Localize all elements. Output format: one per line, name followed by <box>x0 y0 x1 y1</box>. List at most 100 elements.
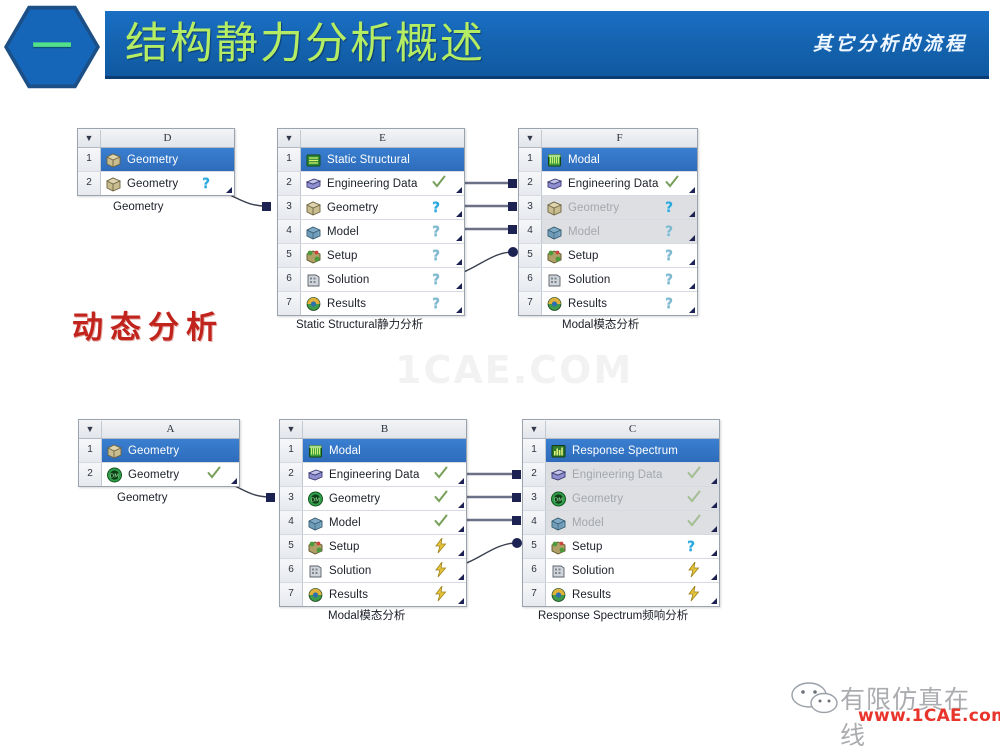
system-row-solution[interactable]: 6 Solution <box>523 559 719 583</box>
system-block-a[interactable]: ▼ A 1 Geometry 2 DM Geometry <box>78 419 240 487</box>
row-body[interactable]: Model? <box>542 220 697 243</box>
row-body[interactable]: Results? <box>301 292 464 315</box>
system-row-geometry[interactable]: 3 DM Geometry <box>280 487 466 511</box>
row-resize-corner[interactable] <box>456 283 462 289</box>
system-block-c[interactable]: ▼ C 1 Response Spectrum 2 Engineering Data 3 DM… <box>522 419 720 607</box>
system-row-static-structural[interactable]: 1 Static Structural <box>278 148 464 172</box>
system-header-d[interactable]: ▼ D <box>78 129 234 148</box>
row-body[interactable]: Solution <box>303 559 466 582</box>
row-body[interactable]: Setup <box>303 535 466 558</box>
system-row-solution[interactable]: 6 Solution <box>280 559 466 583</box>
system-row-setup[interactable]: 5 Setup <box>280 535 466 559</box>
system-row-results[interactable]: 7 Results? <box>519 292 697 315</box>
row-body[interactable]: Engineering Data <box>546 463 719 486</box>
chevron-down-icon[interactable]: ▼ <box>523 420 546 438</box>
row-body[interactable]: Modal <box>542 148 697 171</box>
row-body[interactable]: Geometry <box>102 439 239 462</box>
row-resize-corner[interactable] <box>458 574 464 580</box>
system-row-model[interactable]: 4 Model <box>280 511 466 535</box>
system-row-solution[interactable]: 6 Solution? <box>278 268 464 292</box>
row-body[interactable]: DM Geometry <box>303 487 466 510</box>
row-resize-corner[interactable] <box>689 187 695 193</box>
row-body[interactable]: Geometry? <box>101 172 234 195</box>
row-body[interactable]: Response Spectrum <box>546 439 719 462</box>
system-row-geometry[interactable]: 2 Geometry? <box>78 172 234 195</box>
row-body[interactable]: Geometry? <box>301 196 464 219</box>
row-body[interactable]: Solution? <box>542 268 697 291</box>
system-row-geometry[interactable]: 3 Geometry? <box>519 196 697 220</box>
row-body[interactable]: Setup? <box>542 244 697 267</box>
system-row-modal[interactable]: 1 Modal <box>519 148 697 172</box>
system-header-c[interactable]: ▼ C <box>523 420 719 439</box>
system-row-model[interactable]: 4 Model? <box>519 220 697 244</box>
system-row-engineering-data[interactable]: 2 Engineering Data <box>519 172 697 196</box>
row-body[interactable]: Setup? <box>301 244 464 267</box>
row-resize-corner[interactable] <box>689 307 695 313</box>
row-resize-corner[interactable] <box>456 235 462 241</box>
chevron-down-icon[interactable]: ▼ <box>280 420 303 438</box>
system-row-setup[interactable]: 5 Setup? <box>278 244 464 268</box>
row-body[interactable]: DM Geometry <box>102 463 239 486</box>
row-resize-corner[interactable] <box>458 478 464 484</box>
row-body[interactable]: Results <box>546 583 719 606</box>
row-resize-corner[interactable] <box>226 187 232 193</box>
system-row-geometry[interactable]: 1 Geometry <box>78 148 234 172</box>
system-block-f[interactable]: ▼ F 1 Modal 2 Engineering Data 3 Geometry? 4 Mode… <box>518 128 698 316</box>
system-row-results[interactable]: 7 Results <box>280 583 466 606</box>
system-row-geometry[interactable]: 3 DM Geometry <box>523 487 719 511</box>
row-body[interactable]: Geometry? <box>542 196 697 219</box>
row-resize-corner[interactable] <box>711 598 717 604</box>
row-resize-corner[interactable] <box>458 550 464 556</box>
row-resize-corner[interactable] <box>456 307 462 313</box>
row-body[interactable]: Static Structural <box>301 148 464 171</box>
row-body[interactable]: Model? <box>301 220 464 243</box>
system-row-results[interactable]: 7 Results? <box>278 292 464 315</box>
row-body[interactable]: Results? <box>542 292 697 315</box>
system-row-solution[interactable]: 6 Solution? <box>519 268 697 292</box>
row-body[interactable]: Modal <box>303 439 466 462</box>
row-resize-corner[interactable] <box>689 259 695 265</box>
chevron-down-icon[interactable]: ▼ <box>78 129 101 147</box>
system-row-response-spectrum[interactable]: 1 Response Spectrum <box>523 439 719 463</box>
row-resize-corner[interactable] <box>711 550 717 556</box>
row-resize-corner[interactable] <box>711 502 717 508</box>
system-row-setup[interactable]: 5 Setup? <box>519 244 697 268</box>
system-header-e[interactable]: ▼ E <box>278 129 464 148</box>
row-resize-corner[interactable] <box>689 283 695 289</box>
row-body[interactable]: Solution <box>546 559 719 582</box>
system-header-f[interactable]: ▼ F <box>519 129 697 148</box>
system-row-model[interactable]: 4 Model <box>523 511 719 535</box>
row-body[interactable]: Model <box>303 511 466 534</box>
row-resize-corner[interactable] <box>711 478 717 484</box>
chevron-down-icon[interactable]: ▼ <box>519 129 542 147</box>
row-resize-corner[interactable] <box>458 502 464 508</box>
system-block-b[interactable]: ▼ B 1 Modal 2 Engineering Data 3 DM Geometry 4 Mod… <box>279 419 467 607</box>
row-resize-corner[interactable] <box>231 478 237 484</box>
system-row-engineering-data[interactable]: 2 Engineering Data <box>280 463 466 487</box>
row-body[interactable]: Setup? <box>546 535 719 558</box>
row-resize-corner[interactable] <box>689 235 695 241</box>
system-row-engineering-data[interactable]: 2 Engineering Data <box>278 172 464 196</box>
row-resize-corner[interactable] <box>456 187 462 193</box>
system-row-setup[interactable]: 5 Setup? <box>523 535 719 559</box>
row-resize-corner[interactable] <box>458 526 464 532</box>
row-body[interactable]: Engineering Data <box>542 172 697 195</box>
row-body[interactable]: Solution? <box>301 268 464 291</box>
row-body[interactable]: Geometry <box>101 148 234 171</box>
row-resize-corner[interactable] <box>458 598 464 604</box>
system-block-d[interactable]: ▼ D 1 Geometry 2 Geometry? <box>77 128 235 196</box>
row-resize-corner[interactable] <box>689 211 695 217</box>
row-resize-corner[interactable] <box>711 526 717 532</box>
chevron-down-icon[interactable]: ▼ <box>79 420 102 438</box>
row-body[interactable]: Model <box>546 511 719 534</box>
system-block-e[interactable]: ▼ E 1 Static Structural 2 Engineering Data 3 Ge… <box>277 128 465 316</box>
row-resize-corner[interactable] <box>456 259 462 265</box>
row-body[interactable]: DM Geometry <box>546 487 719 510</box>
row-body[interactable]: Results <box>303 583 466 606</box>
system-row-modal[interactable]: 1 Modal <box>280 439 466 463</box>
system-header-a[interactable]: ▼ A <box>79 420 239 439</box>
row-resize-corner[interactable] <box>456 211 462 217</box>
row-resize-corner[interactable] <box>711 574 717 580</box>
system-row-geometry[interactable]: 3 Geometry? <box>278 196 464 220</box>
row-body[interactable]: Engineering Data <box>303 463 466 486</box>
